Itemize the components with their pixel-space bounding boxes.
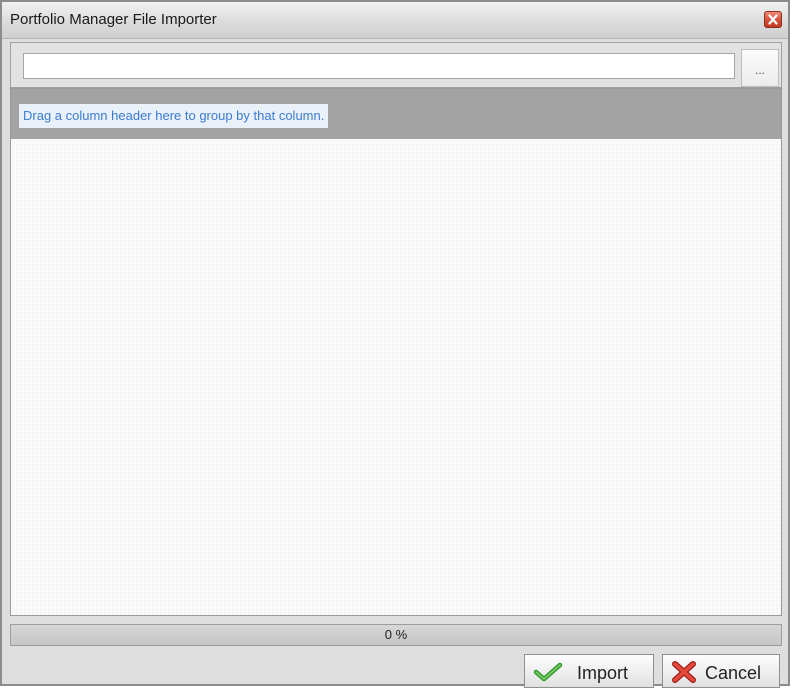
progress-bar: 0 %	[10, 624, 782, 646]
browse-button[interactable]: ...	[741, 49, 779, 87]
import-grid[interactable]: Drag a column header here to group by th…	[10, 88, 782, 616]
grid-body[interactable]	[11, 139, 781, 615]
importer-window: Portfolio Manager File Importer ... Drag…	[0, 0, 790, 688]
progress-label: 0 %	[384, 627, 408, 642]
import-button-label: Import	[577, 663, 629, 683]
window-title: Portfolio Manager File Importer	[10, 11, 217, 28]
title-bar[interactable]: Portfolio Manager File Importer	[2, 2, 788, 39]
group-by-panel[interactable]: Drag a column header here to group by th…	[11, 89, 781, 139]
close-icon	[768, 14, 778, 25]
group-by-hint: Drag a column header here to group by th…	[19, 104, 329, 128]
red-x-icon	[672, 661, 696, 683]
file-path-row: ...	[10, 42, 782, 88]
cancel-button-label: Cancel	[705, 663, 762, 683]
checkmark-icon	[533, 662, 563, 682]
import-button[interactable]: Import	[524, 654, 654, 688]
file-path-input[interactable]	[23, 53, 735, 79]
close-button[interactable]	[764, 11, 782, 28]
cancel-button[interactable]: Cancel	[662, 654, 780, 688]
